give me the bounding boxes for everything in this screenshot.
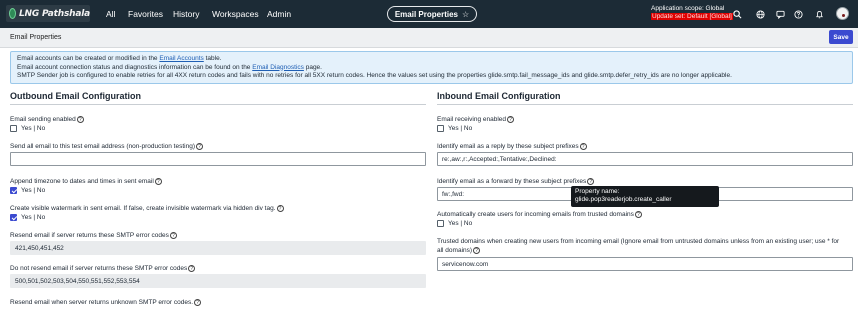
- help-icon[interactable]: ?: [76, 116, 84, 123]
- nav-item-favorites[interactable]: Favorites: [128, 9, 163, 19]
- help-icon[interactable]: ?: [587, 178, 595, 185]
- no-resend-codes-label: Do not resend email if server returns th…: [10, 265, 196, 272]
- email-receiving-yes-no: Yes | No: [448, 125, 473, 132]
- page-title-pill[interactable]: Email Properties ☆: [387, 6, 477, 22]
- auto-create-users-checkbox[interactable]: [437, 220, 444, 227]
- trusted-domains-label: Trusted domains when creating new users …: [437, 238, 840, 245]
- append-timezone-label: Append timezone to dates and times in se…: [10, 178, 162, 185]
- email-diagnostics-link[interactable]: Email Diagnostics: [252, 64, 304, 71]
- watermark-label: Create visible watermark in sent email. …: [10, 205, 284, 212]
- info-text: page.: [303, 63, 322, 71]
- search-icon[interactable]: [733, 10, 742, 19]
- outbound-section-title: Outbound Email Configuration: [10, 91, 141, 101]
- watermark-yes-no: Yes | No: [21, 214, 46, 221]
- auto-create-users-yes-no: Yes | No: [448, 220, 473, 227]
- label-text: Send all email to this test email addres…: [10, 143, 195, 150]
- tooltip-property: glide.pop3readerjob.create_caller: [575, 196, 672, 203]
- forward-prefixes-label: Identify email as a forward by these sub…: [437, 178, 595, 185]
- property-name-tooltip: Property name: glide.pop3readerjob.creat…: [571, 186, 719, 207]
- info-banner: Email accounts can be created or modifie…: [10, 51, 853, 84]
- email-receiving-label: Email receiving enabled?: [437, 116, 515, 123]
- info-text: Email account connection status and diag…: [17, 63, 253, 71]
- chat-icon[interactable]: [776, 10, 785, 19]
- nav-item-history[interactable]: History: [173, 9, 199, 19]
- resend-codes-input[interactable]: 421,450,451,452: [10, 241, 426, 255]
- logo-text: LNG Pathshala: [19, 8, 90, 19]
- help-icon[interactable]: ?: [276, 205, 284, 212]
- info-text: table.: [203, 55, 222, 62]
- info-line-1: Email accounts can be created or modifie…: [17, 55, 846, 64]
- reply-prefixes-label: Identify email as a reply by these subje…: [437, 143, 587, 150]
- email-accounts-link[interactable]: Email Accounts: [159, 55, 203, 62]
- info-text: Email accounts can be created or modifie…: [17, 55, 160, 62]
- logo-mark-icon: [9, 8, 16, 19]
- brand-logo[interactable]: LNG Pathshala: [6, 5, 90, 22]
- help-icon[interactable]: ?: [195, 143, 203, 150]
- auto-create-users-label: Automatically create users for incoming …: [437, 211, 642, 218]
- inbound-section-title: Inbound Email Configuration: [437, 91, 561, 101]
- test-email-input[interactable]: [10, 152, 426, 166]
- form-header: Email Properties: [0, 28, 858, 48]
- favorite-star-icon[interactable]: ☆: [462, 10, 469, 19]
- inbound-divider: [437, 104, 853, 105]
- reply-prefixes-input[interactable]: re:,aw:,r:,Accepted:,Tentative:,Declined…: [437, 152, 853, 166]
- unknown-codes-label: Resend email when server returns unknown…: [10, 299, 202, 306]
- help-icon[interactable]: ?: [634, 211, 642, 218]
- trusted-domains-input[interactable]: servicenow.com: [437, 257, 853, 271]
- help-icon[interactable]: ?: [507, 116, 515, 123]
- label-text: Resend email if server returns these SMT…: [10, 232, 169, 239]
- append-timezone-yes-no: Yes | No: [21, 187, 46, 194]
- update-set-label: Update set: Default [Global]: [651, 13, 733, 20]
- label-text: Resend email when server returns unknown…: [10, 299, 194, 306]
- label-text: Append timezone to dates and times in se…: [10, 178, 154, 185]
- help-icon[interactable]: ?: [188, 265, 196, 272]
- trusted-domains-label-cont: all domains)?: [437, 247, 481, 254]
- test-email-label: Send all email to this test email addres…: [10, 143, 203, 150]
- user-avatar[interactable]: [836, 7, 849, 20]
- form-title: Email Properties: [10, 34, 62, 41]
- append-timezone-checkbox[interactable]: [10, 187, 17, 194]
- resend-codes-label: Resend email if server returns these SMT…: [10, 232, 177, 239]
- watermark-checkbox[interactable]: [10, 214, 17, 221]
- help-icon[interactable]: ?: [169, 232, 177, 239]
- help-icon[interactable]: [794, 10, 803, 19]
- help-icon[interactable]: ?: [473, 247, 481, 254]
- no-resend-codes-input[interactable]: 500,501,502,503,504,550,551,552,553,554: [10, 274, 426, 288]
- top-navigation-bar: LNG Pathshala All Favorites History Work…: [0, 0, 858, 28]
- label-text: Automatically create users for incoming …: [437, 211, 634, 218]
- help-icon[interactable]: ?: [579, 143, 587, 150]
- email-sending-label: Email sending enabled?: [10, 116, 84, 123]
- outbound-divider: [10, 104, 426, 105]
- nav-item-admin[interactable]: Admin: [267, 9, 291, 19]
- label-text: Create visible watermark in sent email. …: [10, 205, 276, 212]
- help-icon[interactable]: ?: [194, 299, 202, 306]
- application-scope[interactable]: Application scope: Global Update set: De…: [651, 5, 733, 21]
- nav-item-all[interactable]: All: [106, 9, 115, 19]
- email-sending-checkbox[interactable]: [10, 125, 17, 132]
- label-text: Do not resend email if server returns th…: [10, 265, 188, 272]
- avatar-dot: [842, 14, 845, 17]
- bell-icon[interactable]: [815, 10, 824, 19]
- info-line-3: SMTP Sender job is configured to enable …: [17, 72, 732, 79]
- label-text: Email sending enabled: [10, 116, 76, 123]
- label-text: Identify email as a reply by these subje…: [437, 143, 579, 150]
- email-sending-yes-no: Yes | No: [21, 125, 46, 132]
- info-line-2: Email account connection status and diag…: [17, 64, 846, 73]
- label-text: all domains): [437, 247, 473, 254]
- label-text: Identify email as a forward by these sub…: [437, 178, 587, 185]
- label-text: Email receiving enabled: [437, 116, 507, 123]
- save-button[interactable]: Save: [829, 30, 853, 44]
- globe-icon[interactable]: [756, 10, 765, 19]
- page-title: Email Properties: [394, 9, 458, 19]
- nav-item-workspaces[interactable]: Workspaces: [212, 9, 259, 19]
- tooltip-title: Property name:: [575, 188, 620, 195]
- email-receiving-checkbox[interactable]: [437, 125, 444, 132]
- help-icon[interactable]: ?: [154, 178, 162, 185]
- scope-label: Application scope: Global: [651, 5, 725, 12]
